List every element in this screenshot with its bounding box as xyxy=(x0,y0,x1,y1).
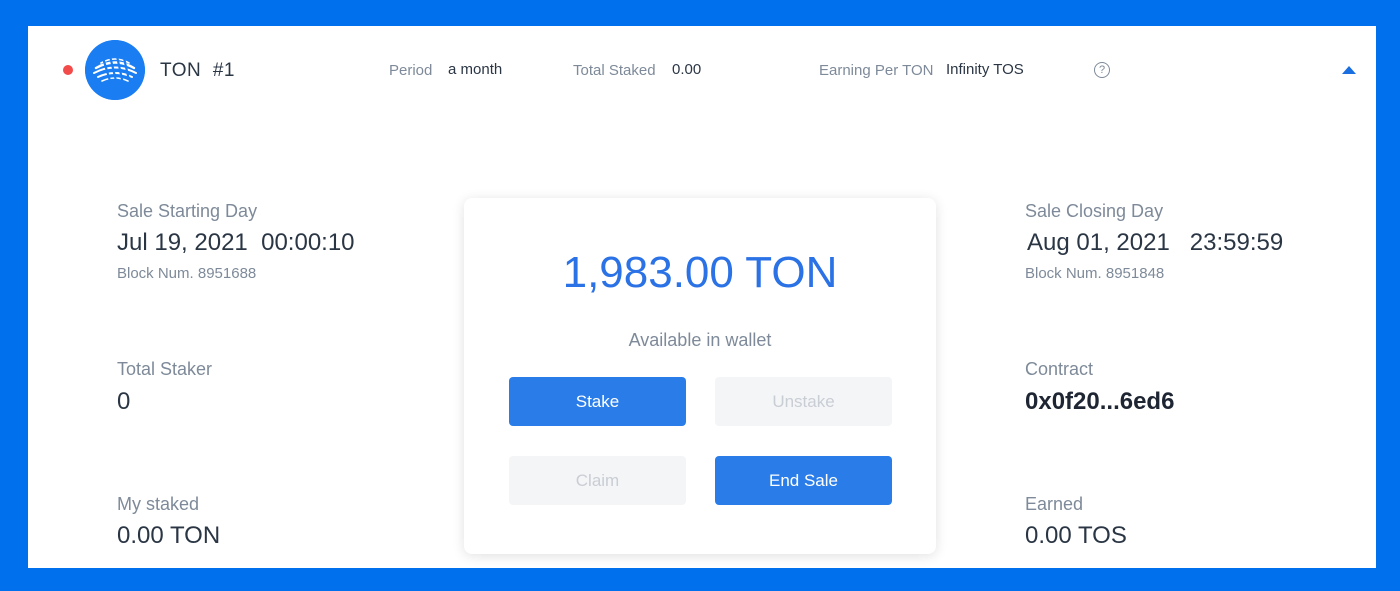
sale-closing-label: Sale Closing Day xyxy=(1025,201,1164,221)
my-staked-label: My staked xyxy=(117,494,200,514)
earning-per-ton-value: Infinity TOS xyxy=(946,61,1024,78)
wallet-balance: 1,983.00 TON xyxy=(562,248,838,297)
sale-start-value: Jul 19, 2021 00:00:10 xyxy=(117,229,355,256)
stake-button[interactable]: Stake xyxy=(509,377,686,426)
my-staked-value: 0.00 TON xyxy=(117,522,221,549)
contract-address[interactable]: 0x0f20...6ed6 xyxy=(1025,388,1174,416)
caret-up-icon[interactable] xyxy=(1342,66,1356,74)
question-circle-icon[interactable]: ? xyxy=(1094,62,1110,78)
total-staked-label: Total Staked xyxy=(573,62,656,79)
earned-label: Earned xyxy=(1025,494,1084,514)
sale-closing-value: Aug 01, 2021 23:59:59 xyxy=(1027,229,1284,256)
wallet-panel: 1,983.00 TON Available in wallet Stake U… xyxy=(464,198,936,554)
total-staked-value: 0.00 xyxy=(672,61,702,78)
wallet-balance-caption: Available in wallet xyxy=(628,330,772,350)
claim-button[interactable]: Claim xyxy=(509,456,686,505)
total-staker-label: Total Staker xyxy=(117,359,213,379)
period-value: a month xyxy=(448,61,503,78)
staking-card: TON #1 Period a month Total Staked 0.00 … xyxy=(28,26,1376,568)
earning-per-ton-label: Earning Per TON xyxy=(819,62,934,79)
unstake-button[interactable]: Unstake xyxy=(715,377,892,426)
period-label: Period xyxy=(389,62,433,79)
total-staker-value: 0 xyxy=(117,388,131,415)
sale-closing-block: Block Num. 8951848 xyxy=(1025,265,1165,282)
end-sale-button[interactable]: End Sale xyxy=(715,456,892,505)
token-name: TON #1 xyxy=(160,60,235,81)
sale-start-block: Block Num. 8951688 xyxy=(117,265,257,282)
ton-logo-icon xyxy=(85,40,145,100)
status-dot xyxy=(63,65,73,75)
contract-label: Contract xyxy=(1025,359,1094,379)
sale-start-label: Sale Starting Day xyxy=(117,201,258,221)
earned-value: 0.00 TOS xyxy=(1025,522,1127,549)
